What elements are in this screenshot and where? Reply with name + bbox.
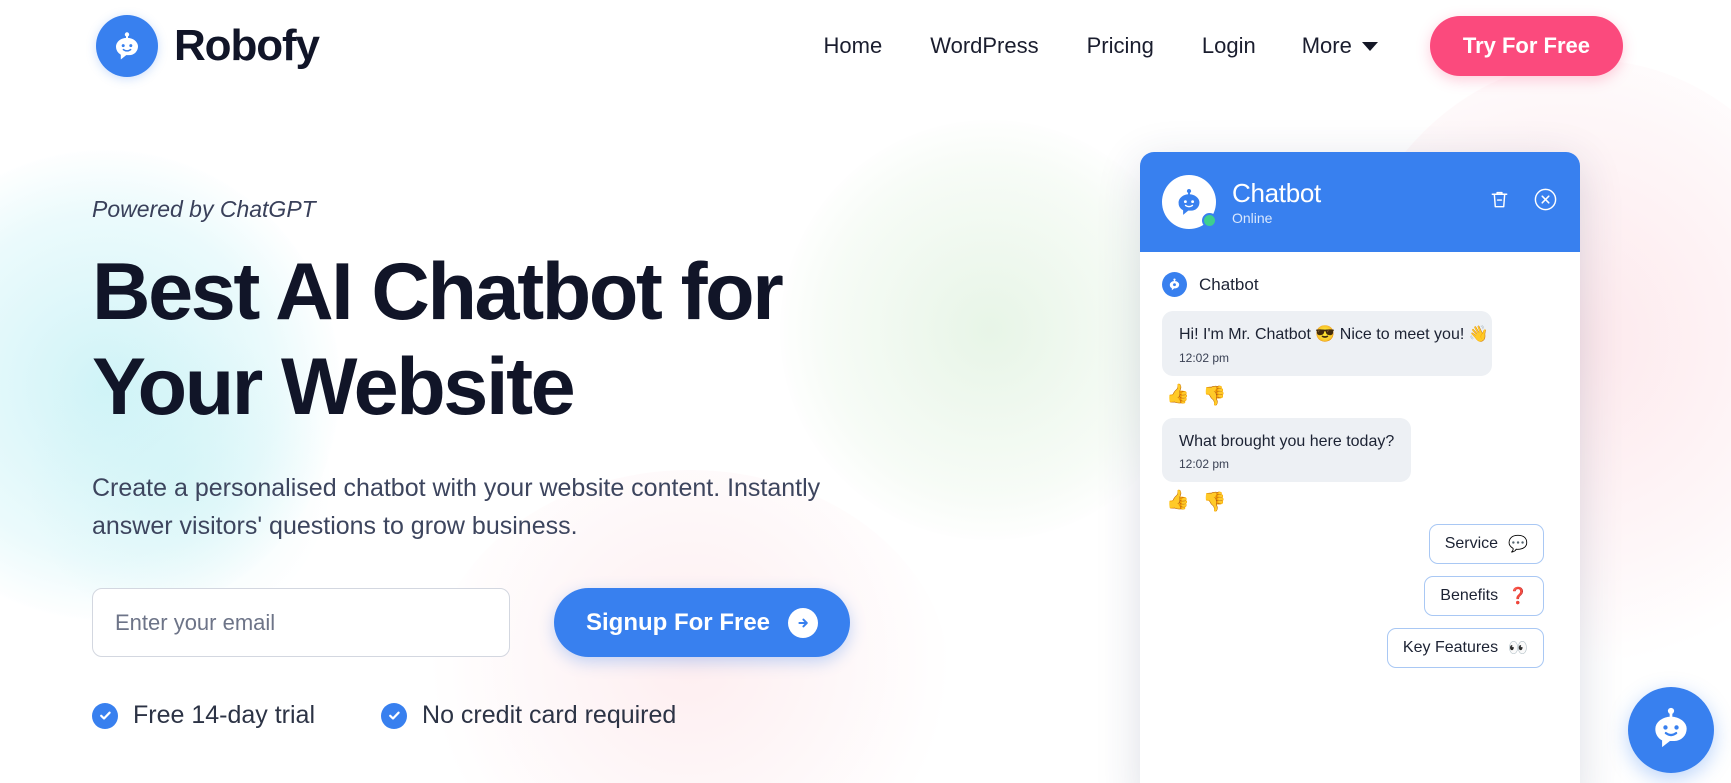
chat-bubble: Hi! I'm Mr. Chatbot 😎 Nice to meet you! … [1162,311,1492,376]
chat-avatar [1162,175,1217,229]
quick-reply-service[interactable]: Service 💬 [1428,524,1544,565]
quick-reply-label: Service [1444,535,1499,553]
trust-label-free-trial: Free 14-day trial [133,701,316,730]
chat-message: What brought you here today? 12:02 pm 👍 … [1162,417,1558,512]
robot-logo-icon [96,15,158,77]
online-status-dot [1202,213,1217,228]
quick-reply-list: Service 💬 Benefits ❓ Key Features 👀 [1162,524,1558,669]
chat-sender-row: Chatbot [1162,272,1558,297]
chevron-down-icon [1361,41,1378,51]
chat-message-time: 12:02 pm [1179,457,1230,472]
chat-robot-launcher-icon [1644,701,1698,760]
trust-label-no-credit-card: No credit card required [422,701,677,730]
quick-reply-key-features[interactable]: Key Features 👀 [1386,628,1544,669]
sender-robot-icon [1162,272,1187,297]
chat-bubble: What brought you here today? 12:02 pm [1162,417,1412,483]
hero-subheading: Create a personalised chatbot with your … [92,473,821,541]
trust-badges: Free 14-day trial No credit card require… [92,701,922,730]
chat-message-text: What brought you here today? [1179,432,1395,450]
quick-reply-benefits[interactable]: Benefits ❓ [1424,576,1544,617]
eyes-icon: 👀 [1508,640,1528,658]
arrow-right-circle-icon [788,607,819,638]
brand-logo[interactable]: Robofy [96,15,320,77]
nav-item-pricing[interactable]: Pricing [1063,33,1178,59]
speech-bubble-icon: 💬 [1508,536,1528,554]
chat-message: Hi! I'm Mr. Chatbot 😎 Nice to meet you! … [1162,311,1558,406]
signup-button-label: Signup For Free [586,608,771,636]
thumbs-down-icon[interactable]: 👎 [1203,493,1227,512]
signup-form: Signup For Free [92,588,922,658]
main-navigation: Home WordPress Pricing Login More Try Fo… [800,16,1731,76]
chat-message-list: Chatbot Hi! I'm Mr. Chatbot 😎 Nice to me… [1140,252,1580,783]
signup-for-free-button[interactable]: Signup For Free [554,588,851,658]
quick-reply-label: Key Features [1402,639,1499,657]
check-circle-icon [92,702,118,729]
hero-content: Powered by ChatGPT Best AI Chatbot for Y… [92,196,922,730]
hero-headline: Best AI Chatbot for Your Website [92,245,922,435]
nav-item-more-label: More [1301,33,1352,58]
trash-icon[interactable] [1488,188,1511,216]
chat-reaction-row: 👍 👎 [1166,491,1558,512]
hero-eyebrow: Powered by ChatGPT [92,196,316,222]
thumbs-up-icon[interactable]: 👍 [1166,491,1190,510]
landing-page: Robofy Home WordPress Pricing Login More… [0,0,1731,783]
chat-widget-header: Chatbot Online [1140,152,1580,252]
trust-item-no-credit-card: No credit card required [381,701,676,730]
try-for-free-button[interactable]: Try For Free [1429,16,1623,76]
nav-links: Home WordPress Pricing Login More [800,33,1400,59]
nav-item-home[interactable]: Home [800,33,907,59]
thumbs-down-icon[interactable]: 👎 [1203,387,1227,406]
question-mark-icon: ❓ [1508,588,1528,606]
chat-widget-title: Chatbot [1232,178,1321,208]
chat-launcher-button[interactable] [1628,687,1714,773]
chat-header-actions [1488,187,1558,217]
hero-headline-line-1: Best AI Chatbot for [92,247,784,337]
site-header: Robofy Home WordPress Pricing Login More… [0,0,1731,92]
hero-headline-line-2: Your Website [92,341,576,432]
nav-item-more[interactable]: More [1280,33,1400,59]
chat-widget-status: Online [1232,210,1273,226]
nav-item-wordpress[interactable]: WordPress [906,33,1062,59]
chat-message-text: Hi! I'm Mr. Chatbot 😎 Nice to meet you! … [1179,326,1489,343]
chat-title-block: Chatbot Online [1232,178,1321,226]
nav-item-login[interactable]: Login [1178,33,1280,59]
chat-widget: Chatbot Online Chatbot Hi! I'm Mr. Chatb… [1140,152,1580,783]
chat-sender-name: Chatbot [1199,274,1259,294]
chat-reaction-row: 👍 👎 [1166,385,1558,406]
trust-item-free-trial: Free 14-day trial [92,701,315,730]
chat-message-time: 12:02 pm [1179,350,1230,365]
check-circle-icon [381,702,408,729]
quick-reply-label: Benefits [1440,587,1499,605]
thumbs-up-icon[interactable]: 👍 [1166,385,1190,404]
close-circle-icon[interactable] [1533,187,1558,217]
brand-name: Robofy [174,21,320,70]
email-input[interactable] [92,588,510,658]
